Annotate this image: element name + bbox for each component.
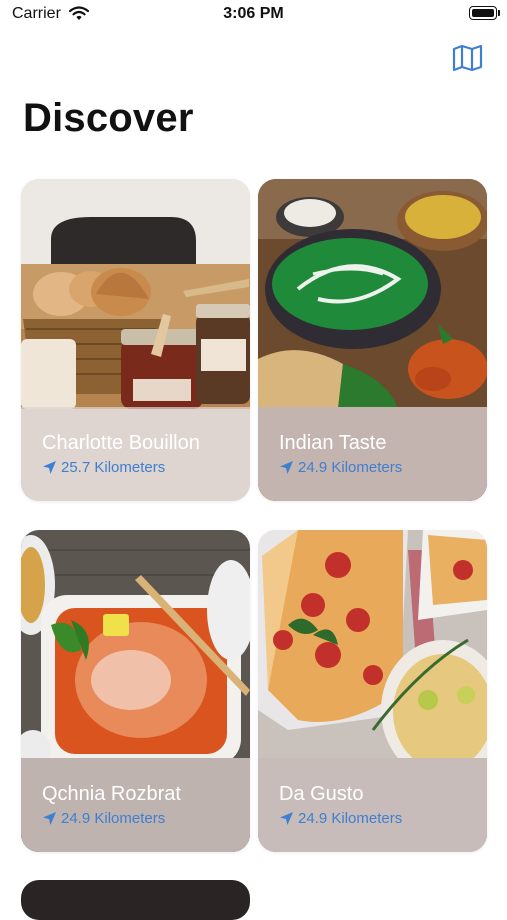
restaurant-card-charlotte-bouillon[interactable]: Charlotte Bouillon 25.7 Kilometers <box>21 179 250 501</box>
map-button[interactable] <box>449 41 485 75</box>
location-arrow-icon <box>280 812 293 825</box>
location-arrow-icon <box>280 461 293 474</box>
battery-icon <box>469 6 500 20</box>
page-title: Discover <box>23 96 194 140</box>
restaurant-name: Da Gusto <box>279 783 364 805</box>
restaurant-card-qchnia-rozbrat[interactable]: Qchnia Rozbrat 24.9 Kilometers <box>21 530 250 852</box>
distance-label: 25.7 Kilometers <box>61 459 166 476</box>
distance-label: 24.9 Kilometers <box>61 810 166 827</box>
restaurant-distance: 24.9 Kilometers <box>42 810 165 827</box>
status-bar: Carrier 3:06 PM <box>0 0 507 30</box>
distance-label: 24.9 Kilometers <box>298 810 403 827</box>
location-arrow-icon <box>43 812 56 825</box>
location-arrow-icon <box>43 461 56 474</box>
restaurant-card-da-gusto[interactable]: Da Gusto 24.9 Kilometers <box>258 530 487 852</box>
restaurant-name: Qchnia Rozbrat <box>42 783 181 805</box>
restaurant-distance: 24.9 Kilometers <box>279 810 402 827</box>
distance-label: 24.9 Kilometers <box>298 459 403 476</box>
restaurant-name: Indian Taste <box>279 432 387 454</box>
restaurant-distance: 24.9 Kilometers <box>279 459 402 476</box>
restaurant-distance: 25.7 Kilometers <box>42 459 165 476</box>
restaurant-card-indian-taste[interactable]: Indian Taste 24.9 Kilometers <box>258 179 487 501</box>
restaurant-card-partial[interactable] <box>21 880 250 920</box>
status-time: 3:06 PM <box>223 5 284 22</box>
restaurant-name: Charlotte Bouillon <box>42 432 200 454</box>
map-icon <box>452 44 482 72</box>
